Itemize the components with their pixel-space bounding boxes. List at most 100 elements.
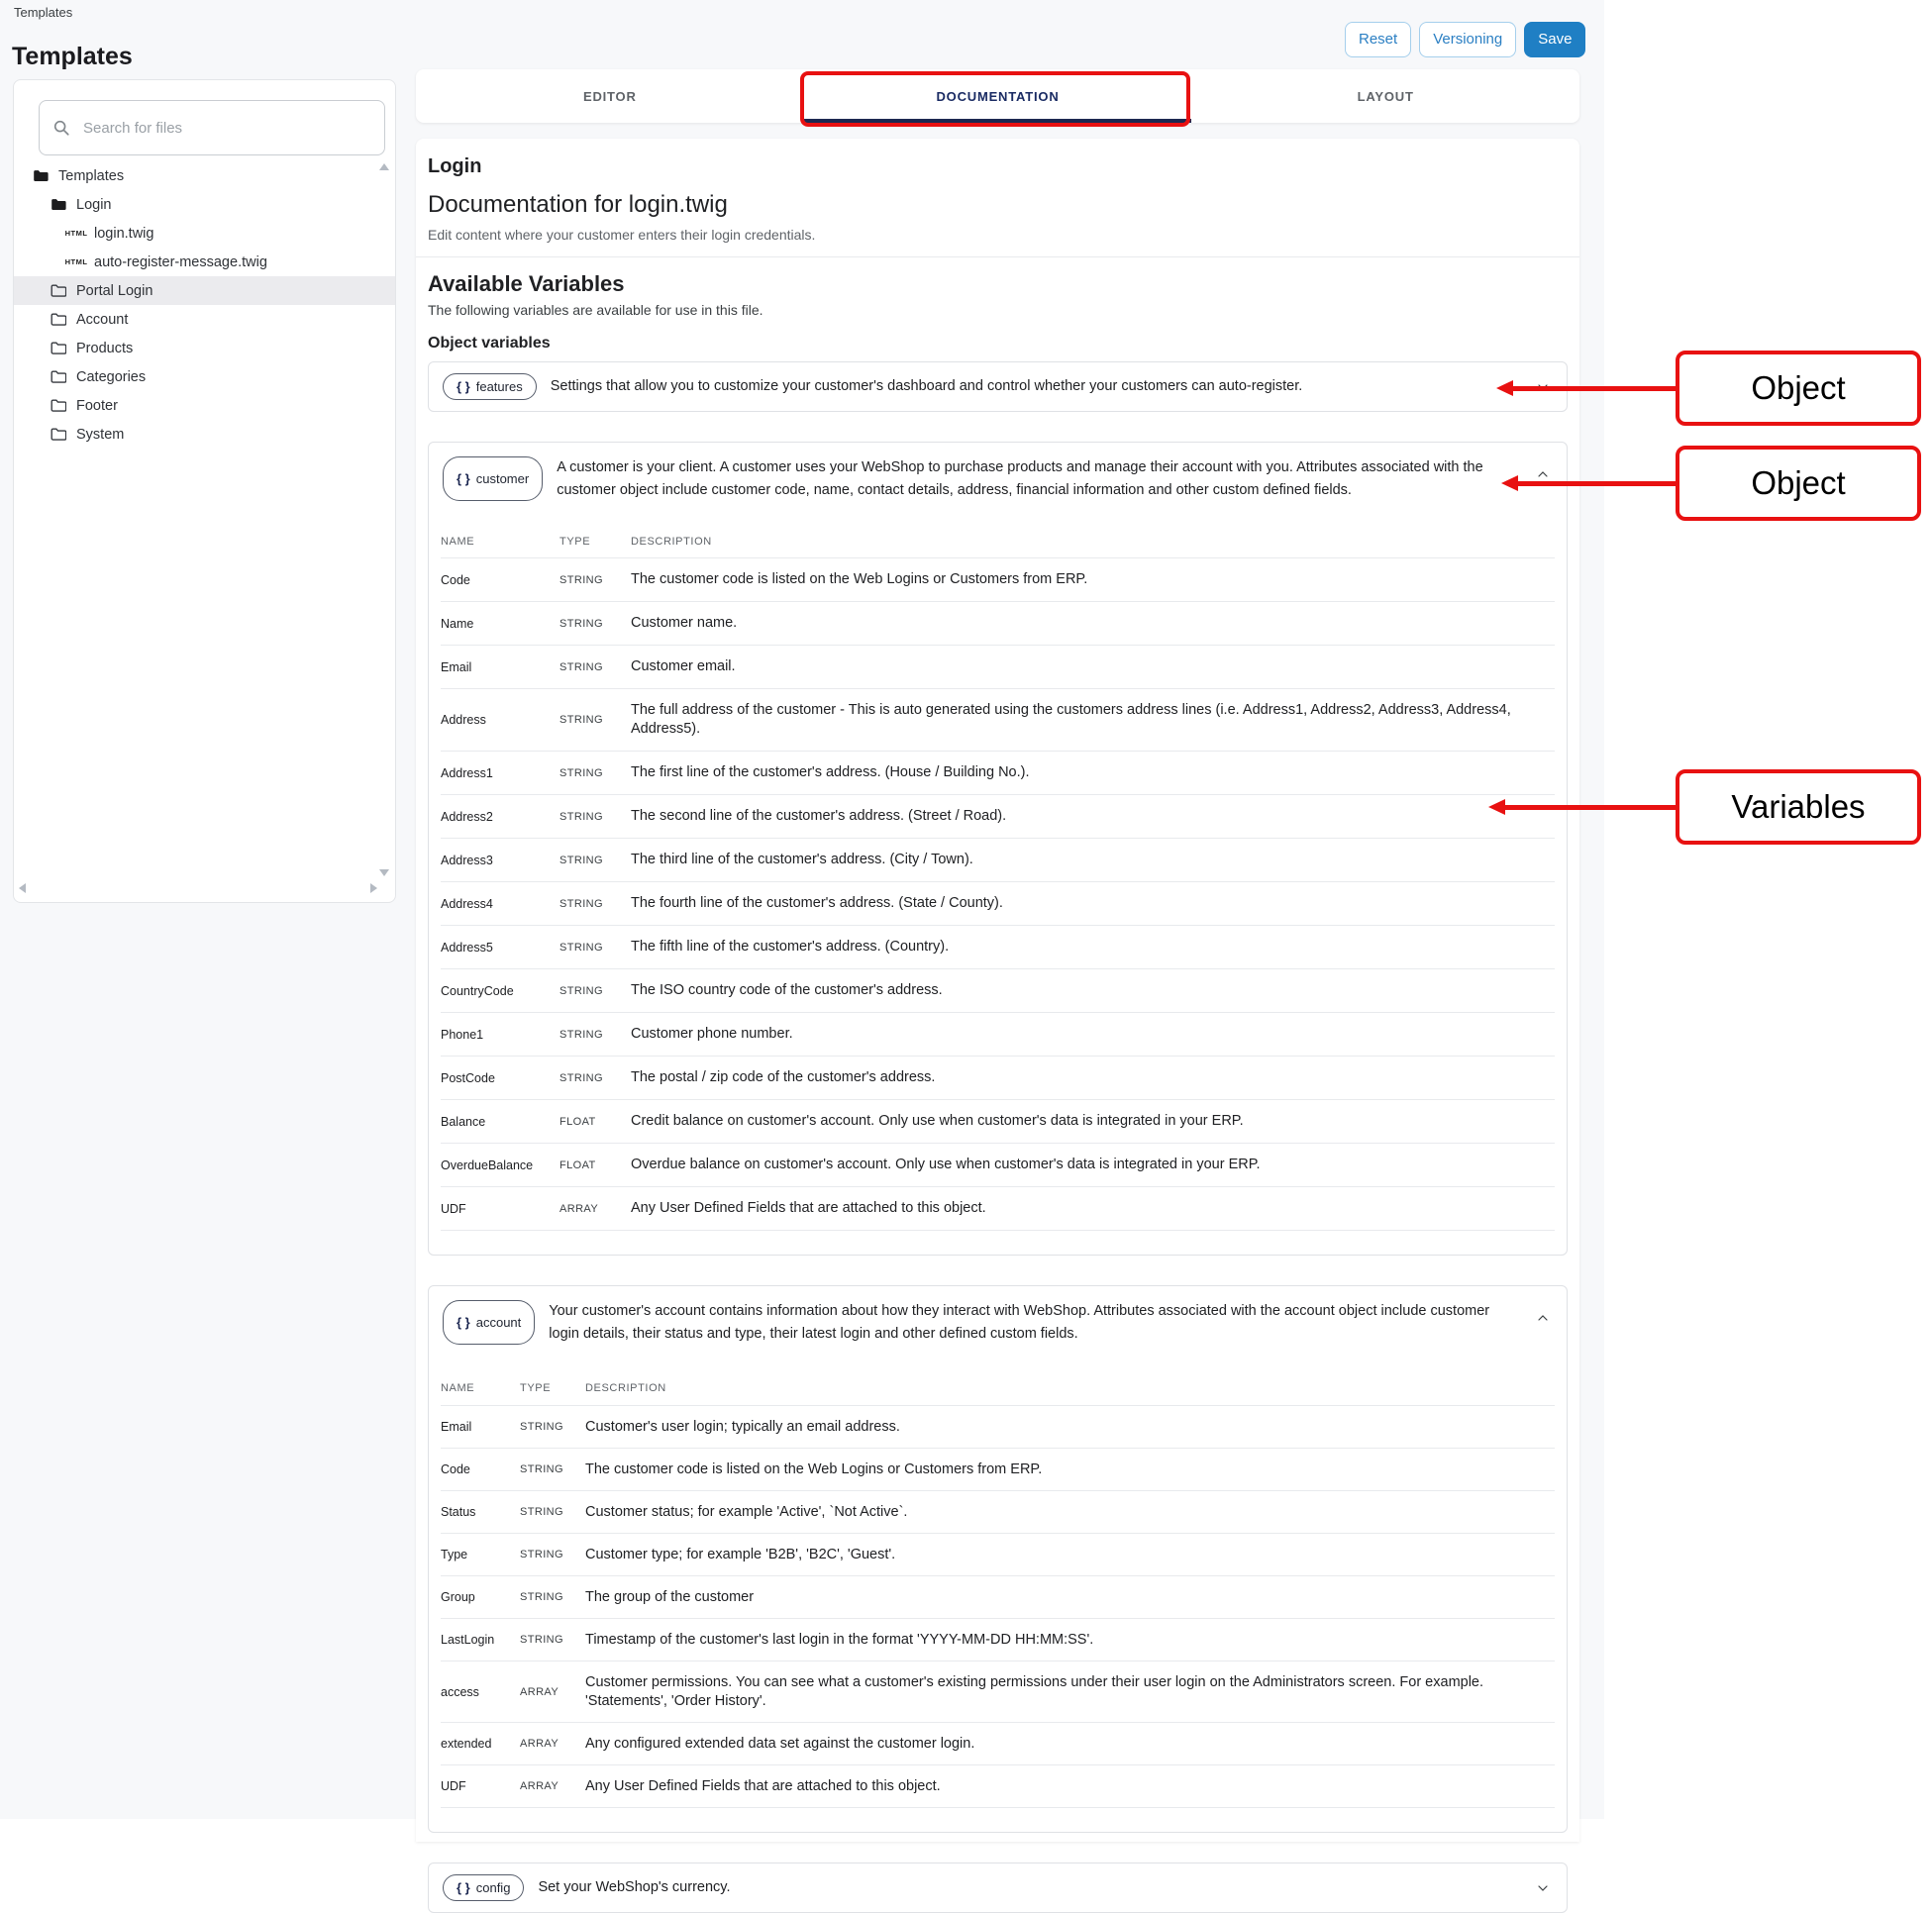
column-header: DESCRIPTION: [585, 1370, 1555, 1405]
search-input[interactable]: [39, 100, 385, 155]
tree-item-account[interactable]: Account: [14, 305, 395, 334]
variables-table: NAMETYPEDESCRIPTIONCodeSTRINGThe custome…: [441, 527, 1555, 1231]
variable-description: Customer status; for example 'Active', `…: [585, 1491, 1555, 1533]
folder-outline-icon: [50, 399, 67, 412]
object-card-header: { }configSet your WebShop's currency.: [429, 1863, 1567, 1912]
variable-description: Customer name.: [631, 602, 1555, 645]
variable-description: Customer phone number.: [631, 1013, 1555, 1056]
breadcrumb[interactable]: Templates: [14, 5, 72, 20]
variable-type: STRING: [520, 1580, 585, 1615]
object-name: account: [476, 1316, 522, 1329]
tree-item-portal-login[interactable]: Portal Login: [14, 276, 395, 305]
tree-item-login-twig[interactable]: HTMLlogin.twig: [14, 219, 395, 248]
scroll-left-icon[interactable]: [19, 883, 26, 893]
variable-name: Name: [441, 605, 559, 643]
versioning-button[interactable]: Versioning: [1419, 22, 1516, 57]
available-variables-title: Available Variables: [428, 271, 1568, 297]
tab-editor[interactable]: EDITOR: [416, 69, 804, 123]
object-description: A customer is your client. A customer us…: [557, 456, 1497, 501]
variable-row: GroupSTRINGThe group of the customer: [441, 1576, 1555, 1619]
tree-item-system[interactable]: System: [14, 420, 395, 449]
object-description: Settings that allow you to customize you…: [551, 375, 1303, 398]
variable-name: Address4: [441, 885, 559, 923]
column-header: DESCRIPTION: [631, 527, 1555, 557]
variable-row: LastLoginSTRINGTimestamp of the customer…: [441, 1619, 1555, 1661]
variable-description: The postal / zip code of the customer's …: [631, 1057, 1555, 1099]
variable-row: CodeSTRINGThe customer code is listed on…: [441, 558, 1555, 602]
variable-type: STRING: [559, 650, 631, 685]
variable-row: Address4STRINGThe fourth line of the cus…: [441, 882, 1555, 926]
variable-name: Address3: [441, 842, 559, 879]
object-card-header: { }customerA customer is your client. A …: [429, 443, 1567, 501]
tree-item-templates[interactable]: Templates: [14, 161, 395, 190]
variable-description: The customer code is listed on the Web L…: [631, 558, 1555, 601]
tree-item-categories[interactable]: Categories: [14, 362, 395, 391]
tree-item-footer[interactable]: Footer: [14, 391, 395, 420]
variable-name: Code: [441, 561, 559, 599]
variable-row: Address1STRINGThe first line of the cust…: [441, 752, 1555, 795]
tree-item-auto-register-message-twig[interactable]: HTMLauto-register-message.twig: [14, 248, 395, 276]
variable-description: Overdue balance on customer's account. O…: [631, 1144, 1555, 1186]
object-card-config: { }configSet your WebShop's currency.: [428, 1863, 1568, 1913]
variable-description: The first line of the customer's address…: [631, 752, 1555, 794]
variable-name: access: [441, 1673, 520, 1710]
annotation-arrow-1: [1512, 386, 1676, 391]
folder-outline-icon: [50, 370, 67, 383]
variable-type: STRING: [559, 886, 631, 922]
reset-button[interactable]: Reset: [1345, 22, 1411, 57]
doc-title: Login: [428, 154, 1568, 178]
variable-description: Customer type; for example 'B2B', 'B2C',…: [585, 1534, 1555, 1575]
variable-name: UDF: [441, 1768, 520, 1805]
variable-description: Customer email.: [631, 646, 1555, 688]
variable-name: CountryCode: [441, 972, 559, 1010]
annotation-arrow-2: [1517, 481, 1676, 486]
variable-row: CodeSTRINGThe customer code is listed on…: [441, 1449, 1555, 1491]
chevron-up-icon[interactable]: [1535, 466, 1551, 482]
object-chip-account: { }account: [443, 1300, 535, 1345]
header-buttons: Reset Versioning Save: [1345, 22, 1585, 57]
tab-layout[interactable]: LAYOUT: [1191, 69, 1579, 123]
variable-description: The full address of the customer - This …: [631, 689, 1555, 751]
variable-type: STRING: [559, 843, 631, 878]
chevron-down-icon[interactable]: [1535, 1880, 1551, 1896]
tree-item-products[interactable]: Products: [14, 334, 395, 362]
variable-type: FLOAT: [559, 1148, 631, 1183]
tree-item-login[interactable]: Login: [14, 190, 395, 219]
scroll-right-icon[interactable]: [370, 883, 377, 893]
variable-row: Phone1STRINGCustomer phone number.: [441, 1013, 1555, 1057]
doc-subtitle: Documentation for login.twig: [428, 190, 1568, 220]
variable-description: The fifth line of the customer's address…: [631, 926, 1555, 968]
scroll-up-icon[interactable]: [379, 163, 389, 170]
variable-name: Address5: [441, 929, 559, 966]
variable-row: accessARRAYCustomer permissions. You can…: [441, 1661, 1555, 1723]
variable-type: STRING: [559, 973, 631, 1009]
object-chip-features: { }features: [443, 373, 537, 400]
doc-description: Edit content where your customer enters …: [428, 226, 1568, 245]
variable-row: NameSTRINGCustomer name.: [441, 602, 1555, 646]
column-header: TYPE: [559, 527, 631, 557]
braces-icon: { }: [457, 472, 470, 485]
folder-outline-icon: [50, 342, 67, 354]
html-file-icon: HTML: [67, 229, 85, 238]
tree-item-label: Footer: [76, 398, 118, 414]
object-variables-title: Object variables: [428, 334, 1568, 353]
tab-documentation[interactable]: DOCUMENTATION: [804, 69, 1192, 123]
variable-description: The second line of the customer's addres…: [631, 795, 1555, 838]
save-button[interactable]: Save: [1524, 22, 1585, 57]
variable-type: STRING: [520, 1495, 585, 1530]
variable-name: Type: [441, 1537, 520, 1573]
variable-name: Address2: [441, 798, 559, 836]
annotation-variables: Variables: [1676, 769, 1921, 845]
variable-row: AddressSTRINGThe full address of the cus…: [441, 689, 1555, 752]
object-name: features: [476, 380, 523, 393]
tree-item-label: Portal Login: [76, 283, 153, 299]
variable-type: STRING: [559, 702, 631, 738]
annotation-object-1: Object: [1676, 351, 1921, 426]
variable-name: Status: [441, 1494, 520, 1531]
scroll-down-icon[interactable]: [379, 869, 389, 876]
variable-type: STRING: [520, 1410, 585, 1445]
variable-name: Code: [441, 1452, 520, 1488]
variable-row: extendedARRAYAny configured extended dat…: [441, 1723, 1555, 1765]
chevron-up-icon[interactable]: [1535, 1310, 1551, 1326]
object-description: Set your WebShop's currency.: [538, 1876, 730, 1899]
